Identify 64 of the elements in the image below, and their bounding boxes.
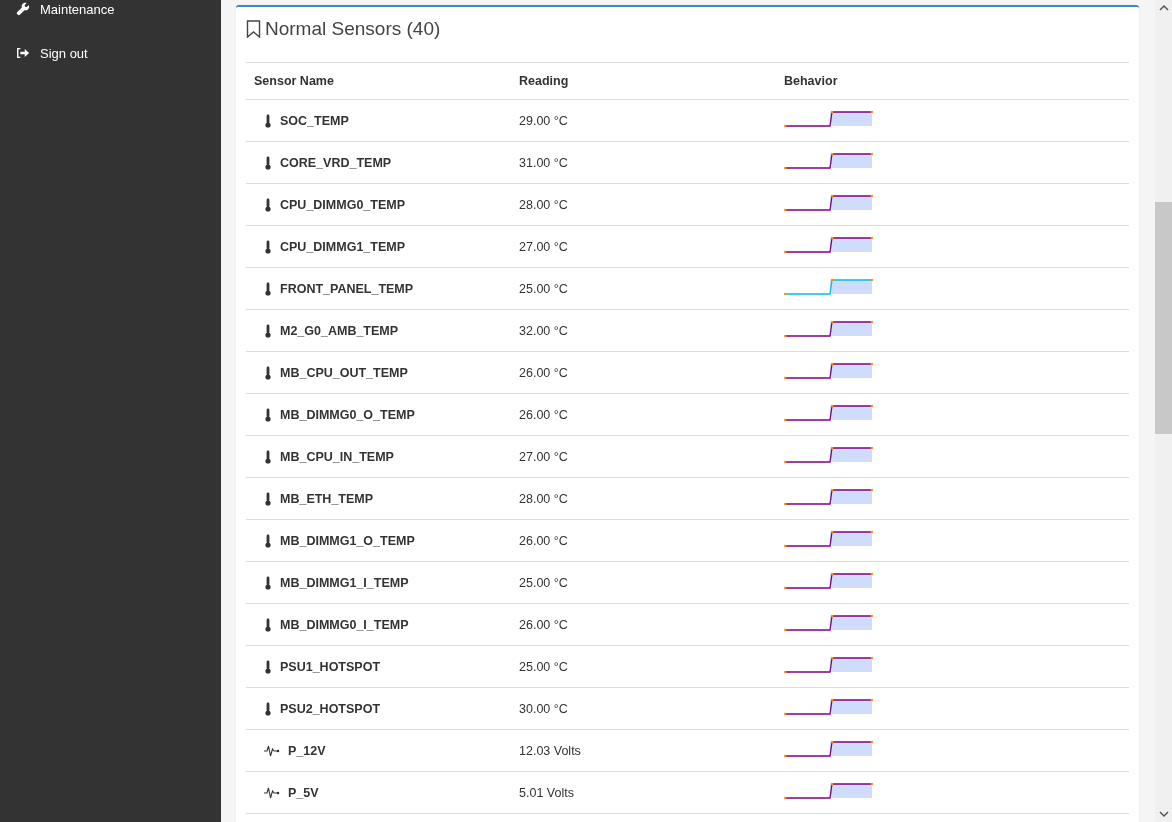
sensor-reading: 29.00 °C	[511, 99, 776, 142]
sensor-name: MB_DIMMG0_I_TEMP	[280, 617, 409, 632]
sidebar-item[interactable]: Sign out	[0, 31, 221, 75]
thermometer-icon	[264, 533, 272, 548]
thermometer-icon	[264, 701, 272, 716]
sign-out-icon	[16, 46, 30, 60]
thermometer-icon	[264, 113, 272, 128]
thermometer-icon	[264, 491, 272, 506]
sensor-name: CORE_VRD_TEMP	[280, 155, 392, 170]
sensor-name: PSU2_HOTSPOT	[280, 701, 381, 716]
scrollbar-thumb[interactable]	[1155, 202, 1172, 434]
sensor-reading: 30.00 °C	[511, 687, 776, 730]
scrollbar[interactable]	[1155, 0, 1172, 822]
thermometer-icon	[264, 575, 272, 590]
sensor-name: MB_CPU_IN_TEMP	[280, 449, 394, 464]
pulse-icon	[264, 744, 280, 757]
sensor-reading: 26.00 °C	[511, 351, 776, 394]
sensor-name: MB_ETH_TEMP	[280, 491, 374, 506]
sensor-reading: 27.00 °C	[511, 225, 776, 268]
thermometer-icon	[264, 323, 272, 338]
bookmark-icon	[246, 20, 261, 38]
pulse-icon	[264, 786, 280, 799]
sensor-reading: 25.00 °C	[511, 267, 776, 310]
sensor-name: MB_DIMMG0_O_TEMP	[280, 407, 415, 422]
sensor-reading: 5.01 Volts	[511, 771, 776, 814]
sensor-name: P_12V	[288, 743, 326, 758]
sensor-reading: 25.00 °C	[511, 645, 776, 688]
thermometer-icon	[264, 617, 272, 632]
sensor-name: P_5V	[288, 785, 319, 800]
column-header: Reading	[511, 62, 776, 100]
sensor-reading: 26.00 °C	[511, 603, 776, 646]
column-header: Sensor Name	[246, 62, 511, 100]
scroll-down-icon[interactable]	[1158, 810, 1169, 818]
sensor-reading: 27.00 °C	[511, 435, 776, 478]
sensor-name: FRONT_PANEL_TEMP	[280, 281, 414, 296]
thermometer-icon	[264, 449, 272, 464]
sensor-name: CPU_DIMMG0_TEMP	[280, 197, 406, 212]
sensor-reading: 26.00 °C	[511, 393, 776, 436]
sensor-name: MB_DIMMG1_I_TEMP	[280, 575, 409, 590]
thermometer-icon	[264, 365, 272, 380]
sensor-reading: 31.00 °C	[511, 141, 776, 184]
thermometer-icon	[264, 239, 272, 254]
sensor-name: MB_DIMMG1_O_TEMP	[280, 533, 415, 548]
thermometer-icon	[264, 155, 272, 170]
panel-title: Normal Sensors (40)	[265, 18, 441, 40]
sensor-name: MB_CPU_OUT_TEMP	[280, 365, 408, 380]
sensor-name: M2_G0_AMB_TEMP	[280, 323, 399, 338]
sensor-reading: 32.00 °C	[511, 309, 776, 352]
sensor-name: SOC_TEMP	[280, 113, 349, 128]
sensor-reading: 25.00 °C	[511, 561, 776, 604]
scroll-up-icon[interactable]	[1158, 4, 1169, 12]
thermometer-icon	[264, 197, 272, 212]
sensor-reading: 28.00 °C	[511, 477, 776, 520]
sensor-name: PSU1_HOTSPOT	[280, 659, 381, 674]
thermometer-icon	[264, 281, 272, 296]
wrench-icon	[16, 2, 30, 16]
thermometer-icon	[264, 659, 272, 674]
thermometer-icon	[264, 407, 272, 422]
sensor-reading: 12.03 Volts	[511, 729, 776, 772]
column-header: Behavior	[776, 62, 1129, 100]
sidebar-item[interactable]: Maintenance	[0, 0, 221, 31]
sensor-reading: 28.00 °C	[511, 183, 776, 226]
sensor-name: CPU_DIMMG1_TEMP	[280, 239, 406, 254]
sensor-reading: 26.00 °C	[511, 519, 776, 562]
